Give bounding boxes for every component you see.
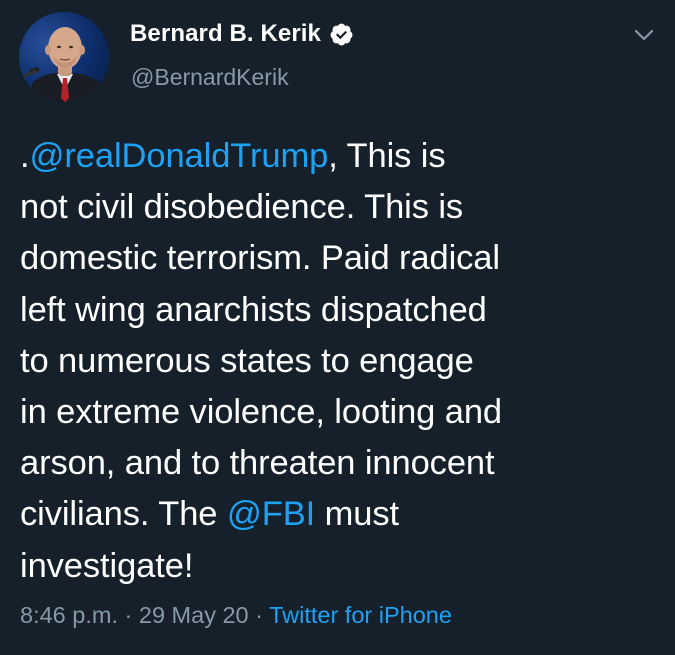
tweet-line: domestic terrorism. Paid radical — [20, 239, 500, 278]
tweet-line: civilians. The @FBI must — [20, 489, 660, 540]
mention-link[interactable]: @realDonaldTrump — [30, 137, 329, 175]
tweet-line: to numerous states to engage — [20, 341, 474, 380]
tweet-line: .@realDonaldTrump, This is — [20, 131, 660, 182]
author-name-row: Bernard B. Kerik — [130, 20, 354, 48]
tweet-time[interactable]: 8:46 p.m. — [20, 602, 118, 628]
verified-badge-icon — [329, 22, 354, 47]
author-display-name[interactable]: Bernard B. Kerik — [130, 20, 321, 48]
meta-separator: · — [248, 602, 270, 628]
tweet-card: Bernard B. Kerik @BernardKerik .@realDon… — [0, 0, 675, 655]
tweet-line: in extreme violence, looting and — [20, 393, 503, 432]
author-avatar[interactable] — [19, 12, 109, 102]
tweet-line: not civil disobedience. This is — [20, 188, 464, 227]
tweet-body: .@realDonaldTrump, This is not civil dis… — [20, 131, 660, 592]
mention-link[interactable]: @FBI — [227, 495, 315, 533]
tweet-text-segment: . — [20, 137, 30, 175]
author-handle[interactable]: @BernardKerik — [131, 64, 289, 91]
tweet-metadata: 8:46 p.m. · 29 May 20 · Twitter for iPho… — [20, 602, 452, 629]
tweet-line: arson, and to threaten innocent — [20, 444, 495, 483]
tweet-text-segment: must — [315, 495, 400, 534]
tweet-line: left wing anarchists dispatched — [20, 290, 487, 329]
tweet-text-segment: civilians. The — [20, 495, 227, 534]
meta-separator: · — [117, 602, 139, 628]
tweet-line: investigate! — [20, 546, 194, 585]
tweet-date[interactable]: 29 May 20 — [139, 602, 249, 628]
tweet-text-segment: , This is — [328, 137, 446, 175]
profile-photo-icon — [19, 12, 109, 102]
chevron-down-icon[interactable] — [633, 26, 655, 44]
tweet-source-link[interactable]: Twitter for iPhone — [269, 602, 452, 628]
